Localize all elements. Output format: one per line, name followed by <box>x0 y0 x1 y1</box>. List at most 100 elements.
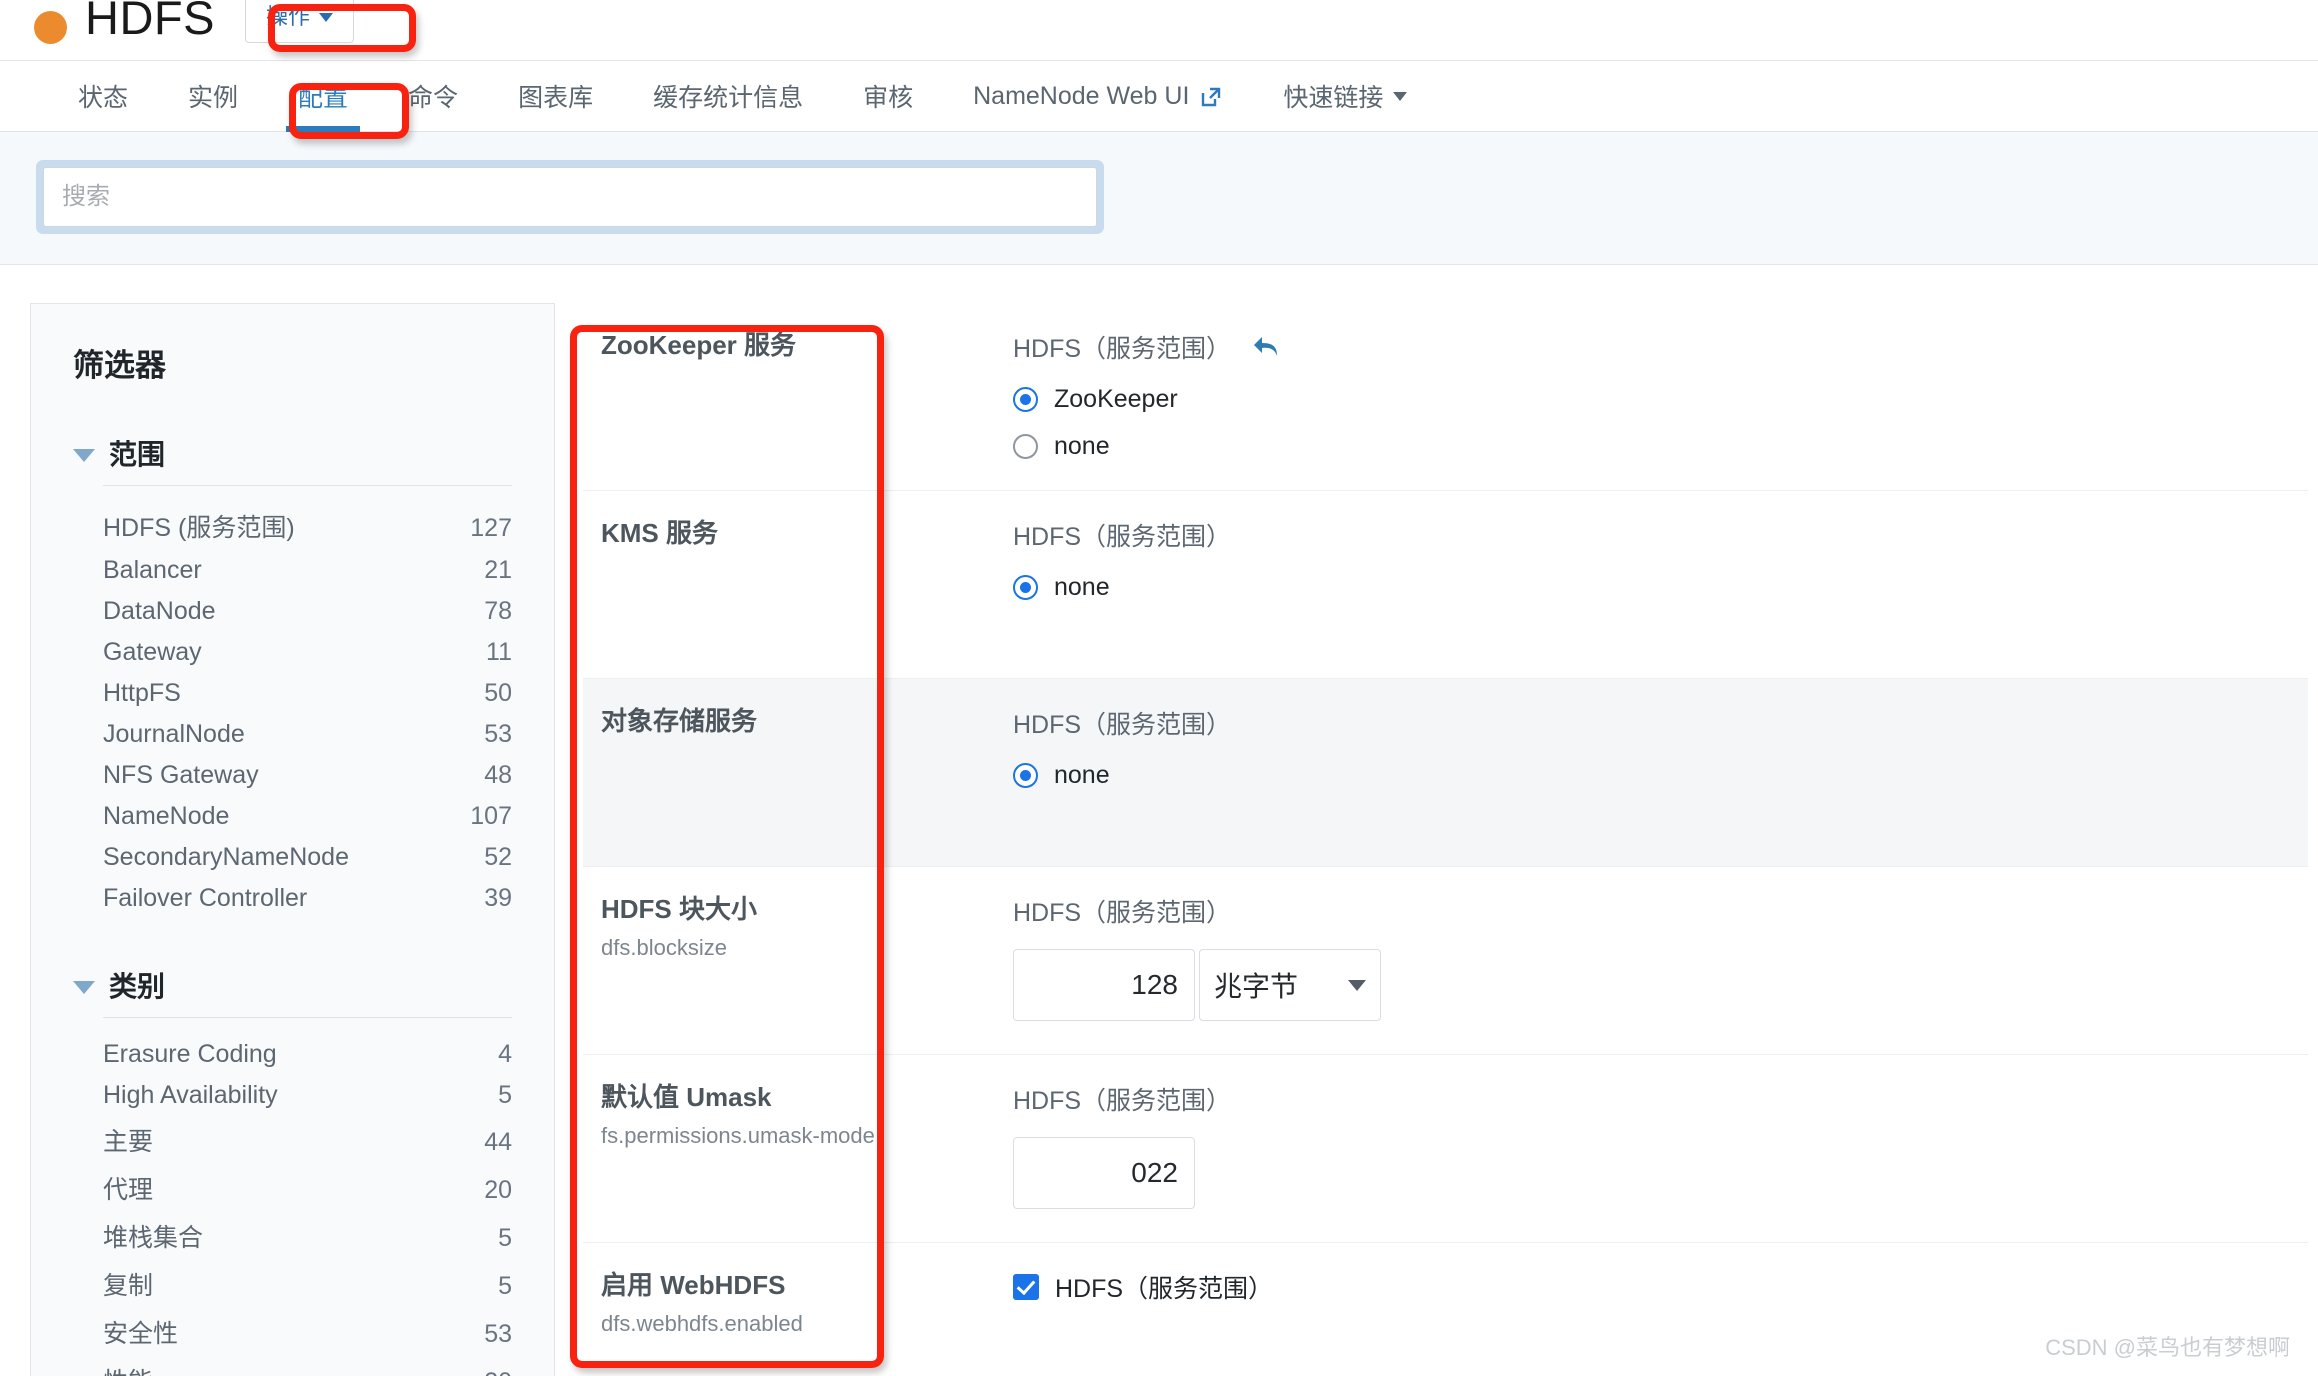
filter-item-proxy[interactable]: 代理 20 <box>103 1164 512 1212</box>
filter-item-replication[interactable]: 复制 5 <box>103 1260 512 1308</box>
block-size-input[interactable] <box>1013 949 1195 1021</box>
filter-item-secondarynamenode[interactable]: SecondaryNameNode 52 <box>103 837 512 878</box>
revert-icon[interactable] <box>1251 334 1281 360</box>
tab-commands[interactable]: 命令 <box>378 60 488 132</box>
config-scope-label: HDFS（服务范围） <box>1013 1087 1232 1115</box>
checkbox-label: HDFS（服务范围） <box>1055 1275 1274 1303</box>
chevron-down-icon <box>318 12 333 22</box>
page-title: HDFS <box>85 0 215 44</box>
filter-count: 53 <box>484 1320 512 1348</box>
config-display-name: 启用 WebHDFS <box>601 1270 786 1300</box>
umask-input[interactable] <box>1013 1137 1195 1209</box>
config-value-cell: HDFS（服务范围） none <box>921 705 2308 866</box>
tab-label: 配置 <box>298 84 349 112</box>
radio-option-none[interactable]: none <box>1013 573 2308 602</box>
filter-group-scope-header[interactable]: 范围 <box>73 433 512 483</box>
actions-button[interactable]: 操作 <box>244 0 354 43</box>
filter-item-namenode[interactable]: NameNode 107 <box>103 796 512 837</box>
filter-label: Gateway <box>103 638 202 666</box>
radio-button[interactable] <box>1013 387 1038 412</box>
tab-label: 图表库 <box>518 84 594 112</box>
umask-control-group <box>1013 1137 2308 1209</box>
filter-item-stacks-collection[interactable]: 堆栈集合 5 <box>103 1212 512 1260</box>
radio-option-none[interactable]: none <box>1013 432 2308 461</box>
filter-label: 代理 <box>103 1176 154 1204</box>
tab-quick-links[interactable]: 快速链接 <box>1253 60 1437 132</box>
filter-count: 5 <box>498 1081 512 1109</box>
config-value-cell: HDFS（服务范围） <box>921 1081 2308 1242</box>
filter-label: 复制 <box>103 1272 154 1300</box>
filters-sidebar: 筛选器 范围 HDFS (服务范围) 127 Balancer 21 DataN… <box>30 303 555 1376</box>
tab-label: 审核 <box>863 84 914 112</box>
filter-label: DataNode <box>103 597 216 625</box>
config-scope-label: HDFS（服务范围） <box>1013 899 1232 927</box>
filter-label: Failover Controller <box>103 884 308 912</box>
chevron-down-icon <box>73 448 95 462</box>
tab-status[interactable]: 状态 <box>48 60 158 132</box>
radio-button[interactable] <box>1013 763 1038 788</box>
filter-label: 安全性 <box>103 1320 179 1348</box>
filter-item-security[interactable]: 安全性 53 <box>103 1308 512 1356</box>
config-display-name: ZooKeeper 服务 <box>601 330 797 360</box>
filter-count: 127 <box>470 514 512 542</box>
filter-item-gateway[interactable]: Gateway 11 <box>103 632 512 673</box>
search-input[interactable] <box>43 167 1097 227</box>
tab-instances[interactable]: 实例 <box>158 60 268 132</box>
filter-item-httpfs[interactable]: HttpFS 50 <box>103 673 512 714</box>
config-value-cell: HDFS（服务范围） ZooKeeper none <box>921 329 2308 490</box>
filter-count: 52 <box>484 843 512 871</box>
filter-label: 堆栈集合 <box>103 1224 204 1252</box>
tab-label: 快速链接 <box>1283 84 1384 112</box>
config-value-cell: HDFS（服务范围） 兆字节 <box>921 893 2308 1054</box>
tab-audits[interactable]: 审核 <box>833 60 943 132</box>
search-strip <box>0 132 2318 265</box>
filter-count: 53 <box>484 720 512 748</box>
config-scope-label: HDFS（服务范围） <box>1013 711 1232 739</box>
filter-group-label: 类别 <box>109 971 166 1002</box>
checkbox[interactable] <box>1013 1274 1039 1300</box>
filter-item-high-availability[interactable]: High Availability 5 <box>103 1075 512 1116</box>
filter-item-balancer[interactable]: Balancer 21 <box>103 550 512 591</box>
config-scope-line: HDFS（服务范围） <box>1013 1081 2308 1117</box>
radio-button[interactable] <box>1013 434 1038 459</box>
filter-item-erasure-coding[interactable]: Erasure Coding 4 <box>103 1034 512 1075</box>
divider <box>103 485 512 486</box>
filter-item-failover-controller[interactable]: Failover Controller 39 <box>103 878 512 919</box>
filter-list-scope: HDFS (服务范围) 127 Balancer 21 DataNode 78 … <box>103 502 512 919</box>
config-scope-line: HDFS（服务范围） <box>1013 893 2308 929</box>
filter-item-journalnode[interactable]: JournalNode 53 <box>103 714 512 755</box>
filter-count: 4 <box>498 1040 512 1068</box>
filter-group-category-header[interactable]: 类别 <box>73 965 512 1015</box>
chevron-down-icon <box>1348 979 1366 991</box>
config-row-hdfs-block-size: HDFS 块大小 dfs.blocksize HDFS（服务范围） 兆字节 <box>583 867 2308 1055</box>
radio-option-zookeeper[interactable]: ZooKeeper <box>1013 385 2308 414</box>
filter-item-main[interactable]: 主要 44 <box>103 1116 512 1164</box>
radio-option-none[interactable]: none <box>1013 761 2308 790</box>
hdfs-configuration-page: HDFS 操作 状态 实例 配置 命令 图表库 缓存统计信息 审核 NameNo… <box>0 0 2318 1376</box>
config-display-name: 默认值 Umask <box>601 1082 772 1112</box>
tab-label: NameNode Web UI <box>973 81 1190 110</box>
tab-cache-statistics[interactable]: 缓存统计信息 <box>623 60 833 132</box>
tab-charts-library[interactable]: 图表库 <box>488 60 623 132</box>
filter-label: Erasure Coding <box>103 1040 277 1068</box>
filter-count: 44 <box>484 1128 512 1156</box>
filter-count: 5 <box>498 1272 512 1300</box>
filter-item-datanode[interactable]: DataNode 78 <box>103 591 512 632</box>
filter-count: 5 <box>498 1224 512 1252</box>
filter-item-hdfs-service-wide[interactable]: HDFS (服务范围) 127 <box>103 502 512 550</box>
search-field-wrapper <box>36 160 1104 234</box>
filter-count: 21 <box>484 556 512 584</box>
block-size-unit-select[interactable]: 兆字节 <box>1199 949 1381 1021</box>
radio-button[interactable] <box>1013 575 1038 600</box>
filter-item-nfs-gateway[interactable]: NFS Gateway 48 <box>103 755 512 796</box>
webhdfs-checkbox-row[interactable]: HDFS（服务范围） <box>1013 1269 2308 1305</box>
filter-item-performance[interactable]: 性能 20 <box>103 1356 512 1376</box>
config-display-name: KMS 服务 <box>601 518 719 548</box>
filter-label: NameNode <box>103 802 230 830</box>
filter-label: HttpFS <box>103 679 181 707</box>
filter-count: 11 <box>486 638 512 666</box>
divider <box>103 1017 512 1018</box>
tab-namenode-web-ui[interactable]: NameNode Web UI <box>943 60 1253 132</box>
page-body: 筛选器 范围 HDFS (服务范围) 127 Balancer 21 DataN… <box>0 265 2318 1376</box>
tab-configuration[interactable]: 配置 <box>268 60 378 132</box>
